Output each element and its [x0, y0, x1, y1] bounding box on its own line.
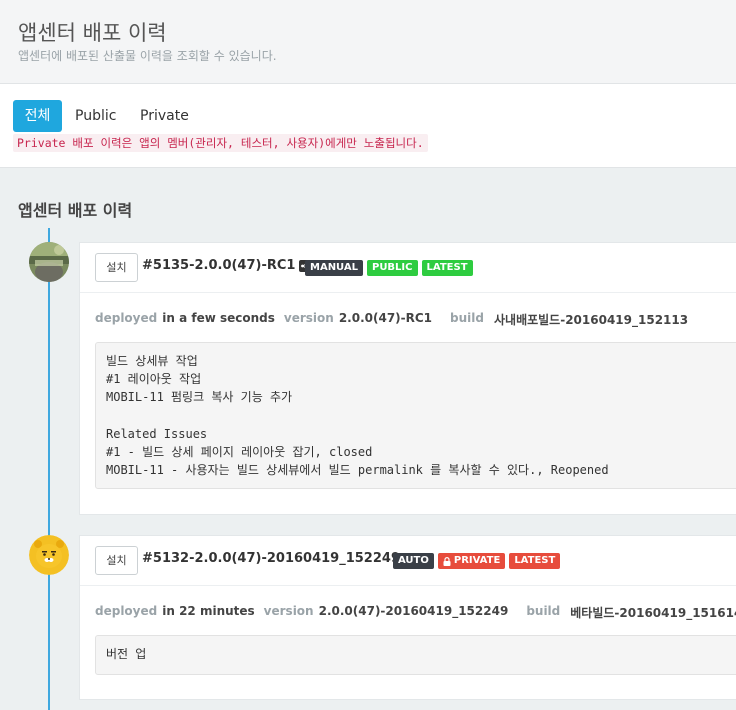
badges: MANUAL PUBLIC LATEST [305, 260, 473, 276]
version-key: version [283, 311, 334, 325]
private-notice: Private 배포 이력은 앱의 멤버(관리자, 테스터, 사용자)에게만 노… [13, 134, 428, 152]
version-key: version [263, 604, 314, 618]
deployment-meta: deployed in 22 minutes version 2.0.0(47)… [95, 604, 736, 621]
section-title: 앱센터 배포 이력 [18, 201, 133, 220]
badge-latest: LATEST [509, 553, 561, 569]
card-header: 설치 #5135-2.0.0(47)-RC1 MANUAL PUBLIC LAT… [80, 243, 736, 293]
user-photo-icon [29, 242, 69, 282]
deployment-card: 설치 #5135-2.0.0(47)-RC1 MANUAL PUBLIC LAT… [79, 242, 736, 515]
deployment-meta: deployed in a few seconds version 2.0.0(… [95, 311, 697, 328]
deployed-key: deployed [95, 311, 158, 325]
lock-icon [443, 556, 451, 566]
avatar [29, 535, 69, 575]
badge-auto: AUTO [393, 553, 434, 569]
badge-public: PUBLIC [366, 260, 418, 276]
badge-latest: LATEST [421, 260, 473, 276]
deployment-card: 설치 #5132-2.0.0(47)-20160419_152249 AUTO … [79, 535, 736, 700]
build-key: build [450, 311, 484, 325]
tab-private[interactable]: Private [140, 100, 189, 132]
badge-private-label: PRIVATE [453, 555, 501, 566]
timeline-line [48, 228, 50, 710]
build-id[interactable]: #5135-2.0.0(47)-RC1 [142, 258, 312, 273]
page-title: 앱센터 배포 이력 [18, 21, 167, 45]
release-notes: 빌드 상세뷰 작업 #1 레이아웃 작업 MOBIL-11 펌링크 복사 기능 … [95, 342, 736, 489]
version-value: 2.0.0(47)-20160419_152249 [318, 604, 509, 618]
badge-private: PRIVATE [437, 553, 506, 569]
build-id[interactable]: #5132-2.0.0(47)-20160419_152249 [142, 551, 416, 566]
build-key: build [526, 604, 561, 618]
ryan-character-icon [29, 535, 69, 575]
card-header: 설치 #5132-2.0.0(47)-20160419_152249 AUTO … [80, 536, 736, 586]
build-value: 사내배포빌드-20160419_152113 [493, 313, 689, 327]
badges: AUTO PRIVATE LATEST [393, 553, 561, 569]
badge-manual: MANUAL [305, 260, 363, 276]
avatar [29, 242, 69, 282]
deployed-key: deployed [95, 604, 158, 618]
release-notes: 버전 업 [95, 635, 736, 675]
deployed-value: in 22 minutes [162, 604, 255, 618]
build-id-label[interactable]: #5132-2.0.0(47)-20160419_152249 [142, 551, 400, 566]
tab-all[interactable]: 전체 [13, 100, 62, 132]
install-button[interactable]: 설치 [95, 546, 138, 575]
page-header: 앱센터 배포 이력 앱센터에 배포된 산출물 이력을 조회할 수 있습니다. [0, 0, 736, 84]
tab-public[interactable]: Public [75, 100, 116, 132]
filter-panel: 전체 Public Private Private 배포 이력은 앱의 멤버(관… [0, 84, 736, 168]
build-id-label[interactable]: #5135-2.0.0(47)-RC1 [142, 258, 295, 273]
page-subtitle: 앱센터에 배포된 산출물 이력을 조회할 수 있습니다. [18, 49, 277, 63]
install-button[interactable]: 설치 [95, 253, 138, 282]
version-value: 2.0.0(47)-RC1 [338, 311, 433, 325]
build-value: 베타빌드-20160419_151614 [570, 606, 736, 620]
deployed-value: in a few seconds [162, 311, 275, 325]
